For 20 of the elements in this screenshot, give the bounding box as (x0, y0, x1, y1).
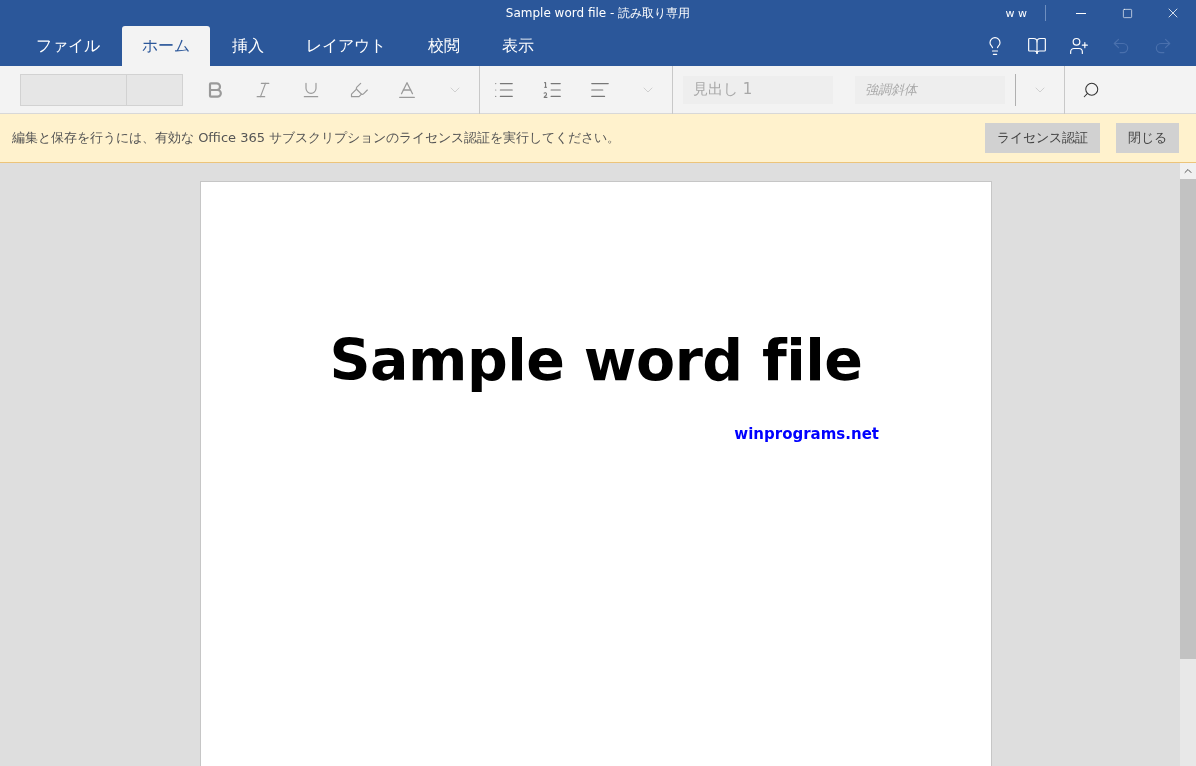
user-name: w w (1005, 6, 1027, 20)
ribbon-tab[interactable]: 校閲 (408, 26, 480, 66)
scroll-up-button[interactable] (1180, 163, 1196, 179)
ribbon-tab[interactable]: 挿入 (212, 26, 284, 66)
scrollbar-thumb[interactable] (1180, 179, 1196, 659)
minimize-icon (1076, 12, 1086, 14)
document-link[interactable]: winprograms.net (734, 425, 879, 443)
font-size-field[interactable] (127, 73, 183, 106)
banner-button[interactable]: ライセンス認証 (985, 123, 1100, 153)
banner-button[interactable]: 閉じる (1116, 123, 1179, 153)
font-name-field[interactable] (20, 73, 127, 106)
maximize-icon (1121, 7, 1133, 19)
ribbon-tab[interactable]: ホーム (122, 26, 210, 66)
banner-message: 編集と保存を行うには、有効な Office 365 サブスクリプションのライセンス認証を実行してください。 (12, 129, 622, 147)
document-heading: Sample word file (329, 327, 863, 393)
scrollbar[interactable] (1180, 163, 1196, 766)
ribbon-tab[interactable]: レイアウト (286, 26, 406, 66)
ribbon-tab[interactable]: 表示 (482, 26, 554, 66)
ribbon-tab[interactable]: ファイル (16, 26, 120, 66)
window-title: Sample word file - 読み取り専用 (505, 4, 691, 22)
